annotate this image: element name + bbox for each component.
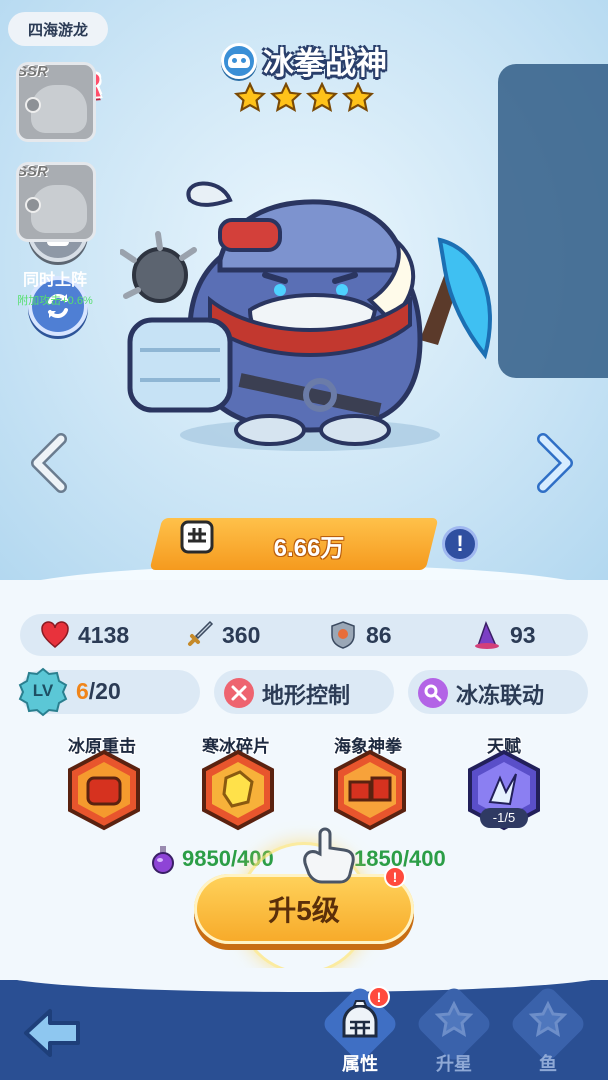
talent-count: -1/5 bbox=[480, 808, 528, 828]
level-current: 6 bbox=[76, 678, 89, 704]
team-bond-bonus: 附加攻击+0.6% bbox=[17, 295, 93, 307]
star-up-icon bbox=[434, 1000, 474, 1037]
team-slot[interactable]: SSR bbox=[16, 162, 96, 242]
team-slot[interactable]: SSR bbox=[16, 62, 96, 142]
slot-rarity: SSR bbox=[17, 163, 48, 180]
skill-ice-shard-icon[interactable] bbox=[196, 748, 280, 832]
faction-icon bbox=[25, 197, 41, 213]
level-text: 6/20 bbox=[76, 678, 121, 705]
tab-label: 升星 bbox=[436, 1054, 472, 1074]
shield-icon bbox=[331, 621, 355, 649]
crossed-swords-icon bbox=[224, 678, 254, 708]
tag-terrain-label: 地形控制 bbox=[262, 683, 351, 708]
power-info-button[interactable]: ! bbox=[442, 526, 478, 562]
chevron-left-icon bbox=[31, 433, 67, 493]
fist-icon bbox=[180, 520, 214, 554]
previous-hero-button[interactable] bbox=[26, 430, 72, 496]
tab-attributes[interactable]: 属性 bbox=[320, 984, 400, 1080]
stat-speed: 93 bbox=[472, 618, 536, 652]
star-icon bbox=[269, 82, 303, 112]
tab-label: 鱼 bbox=[539, 1054, 557, 1074]
stat-defense-value: 86 bbox=[366, 621, 392, 648]
magnifier-icon bbox=[418, 678, 448, 708]
faction-icon bbox=[25, 97, 41, 113]
faction-icon bbox=[221, 42, 257, 79]
star-icon bbox=[233, 82, 267, 112]
back-arrow-icon bbox=[24, 1009, 80, 1057]
wizard-hat-icon bbox=[475, 620, 499, 649]
heart-icon bbox=[41, 621, 69, 648]
sword-icon bbox=[188, 620, 214, 646]
stat-hp: 4138 bbox=[40, 618, 129, 652]
back-button[interactable] bbox=[16, 998, 90, 1068]
skill-ice-smash-icon[interactable] bbox=[62, 748, 146, 832]
team-bond-subtitle: 同时上阵 bbox=[22, 272, 87, 289]
upgrade-alert-badge: ! bbox=[384, 866, 406, 888]
potion-icon bbox=[152, 846, 174, 874]
star-up-icon bbox=[528, 1000, 568, 1037]
level-badge-text: LV bbox=[32, 681, 54, 700]
upgrade-button[interactable]: 升5级 bbox=[194, 874, 414, 944]
info-icon: ! bbox=[456, 531, 464, 556]
team-bond-panel[interactable] bbox=[498, 64, 608, 378]
pointer-hand-icon bbox=[303, 827, 355, 884]
stat-hp-value: 4138 bbox=[78, 621, 130, 648]
stat-defense: 86 bbox=[328, 618, 392, 652]
tag-freeze-label: 冰冻联动 bbox=[456, 683, 545, 708]
next-hero-button[interactable] bbox=[532, 430, 578, 496]
stat-speed-value: 93 bbox=[510, 621, 536, 648]
slot-rarity: SSR bbox=[17, 63, 48, 80]
chevron-right-icon bbox=[537, 433, 573, 493]
power-value: 6.66万 bbox=[273, 535, 345, 562]
star-icon bbox=[305, 82, 339, 112]
tab-star-up[interactable]: 升星 bbox=[414, 984, 494, 1080]
star-icon bbox=[341, 82, 375, 112]
stat-attack: 360 bbox=[184, 618, 260, 652]
tab-alert-badge: ! bbox=[368, 986, 390, 1008]
tab-fish[interactable]: 鱼 bbox=[508, 984, 588, 1080]
hero-name: 冰拳战神 bbox=[263, 46, 387, 81]
stat-attack-value: 360 bbox=[222, 621, 261, 648]
tab-label: 属性 bbox=[342, 1054, 378, 1074]
team-bond-title: 四海游龙 bbox=[8, 12, 108, 46]
level-max: /20 bbox=[88, 678, 121, 704]
skill-walrus-fist-icon[interactable] bbox=[328, 748, 412, 832]
hero-illustration bbox=[120, 181, 492, 451]
